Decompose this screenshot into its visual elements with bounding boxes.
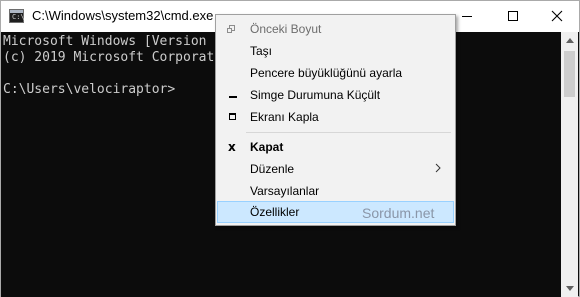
menu-item-close[interactable]: x Kapat <box>217 136 454 158</box>
scroll-up-arrow-icon <box>566 38 574 43</box>
watermark-text: Sordum.net <box>362 205 435 221</box>
menu-item-label: Varsayılanlar <box>250 184 320 198</box>
maximize-icon <box>229 113 236 120</box>
scrollbar-thumb[interactable] <box>564 51 575 97</box>
maximize-button[interactable] <box>490 1 536 32</box>
menu-item-minimize[interactable]: Simge Durumuna Küçült <box>217 84 454 106</box>
menu-item-restore[interactable]: Önceki Boyut <box>217 18 454 40</box>
vertical-scrollbar[interactable] <box>561 32 578 297</box>
cmd-app-icon[interactable]: C:\ <box>9 9 25 23</box>
menu-separator <box>246 132 451 133</box>
menu-item-label: Önceki Boyut <box>250 22 322 36</box>
menu-item-size[interactable]: Pencere büyüklüğünü ayarla <box>217 62 454 84</box>
menu-item-edit[interactable]: Düzenle <box>217 158 454 180</box>
minimize-icon <box>229 96 237 98</box>
menu-item-defaults[interactable]: Varsayılanlar <box>217 180 454 202</box>
minimize-icon <box>462 16 472 17</box>
menu-item-label: Pencere büyüklüğünü ayarla <box>250 66 403 80</box>
close-icon: x <box>228 140 236 154</box>
cmd-app-icon-text: C:\ <box>12 13 25 21</box>
console-line: Microsoft Windows [Version <box>3 34 207 49</box>
menu-item-label: Taşı <box>250 44 273 58</box>
window-title: C:\Windows\system32\cmd.exe <box>32 8 214 23</box>
scroll-down-arrow-icon <box>566 286 574 291</box>
close-button[interactable] <box>534 1 580 32</box>
menu-item-label: Kapat <box>250 140 284 154</box>
menu-item-label: Ekranı Kapla <box>250 110 319 124</box>
menu-item-maximize[interactable]: Ekranı Kapla <box>217 106 454 128</box>
console-line: (c) 2019 Microsoft Corporat <box>3 50 215 65</box>
menu-item-label: Simge Durumuna Küçült <box>250 88 381 102</box>
restore-icon <box>227 25 235 33</box>
console-prompt: C:\Users\velociraptor> <box>3 82 176 97</box>
system-context-menu: Önceki Boyut Taşı Pencere büyüklüğünü ay… <box>215 14 456 226</box>
scroll-up-button[interactable] <box>561 32 578 49</box>
menu-item-move[interactable]: Taşı <box>217 40 454 62</box>
menu-item-label: Düzenle <box>250 162 295 176</box>
close-icon <box>551 10 563 22</box>
menu-item-properties[interactable]: Özellikler Sordum.net <box>217 201 454 223</box>
chevron-right-icon <box>435 163 441 173</box>
maximize-icon <box>508 11 518 21</box>
menu-item-label: Özellikler <box>250 205 300 219</box>
scroll-down-button[interactable] <box>561 280 578 297</box>
